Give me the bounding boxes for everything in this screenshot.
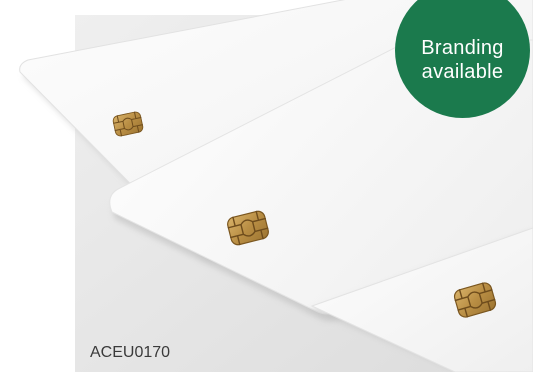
product-image-frame: Branding available ACEU0170	[0, 0, 533, 372]
product-code-label: ACEU0170	[90, 344, 171, 361]
badge-line-1: Branding	[421, 36, 504, 59]
badge-line-2: available	[421, 60, 504, 83]
